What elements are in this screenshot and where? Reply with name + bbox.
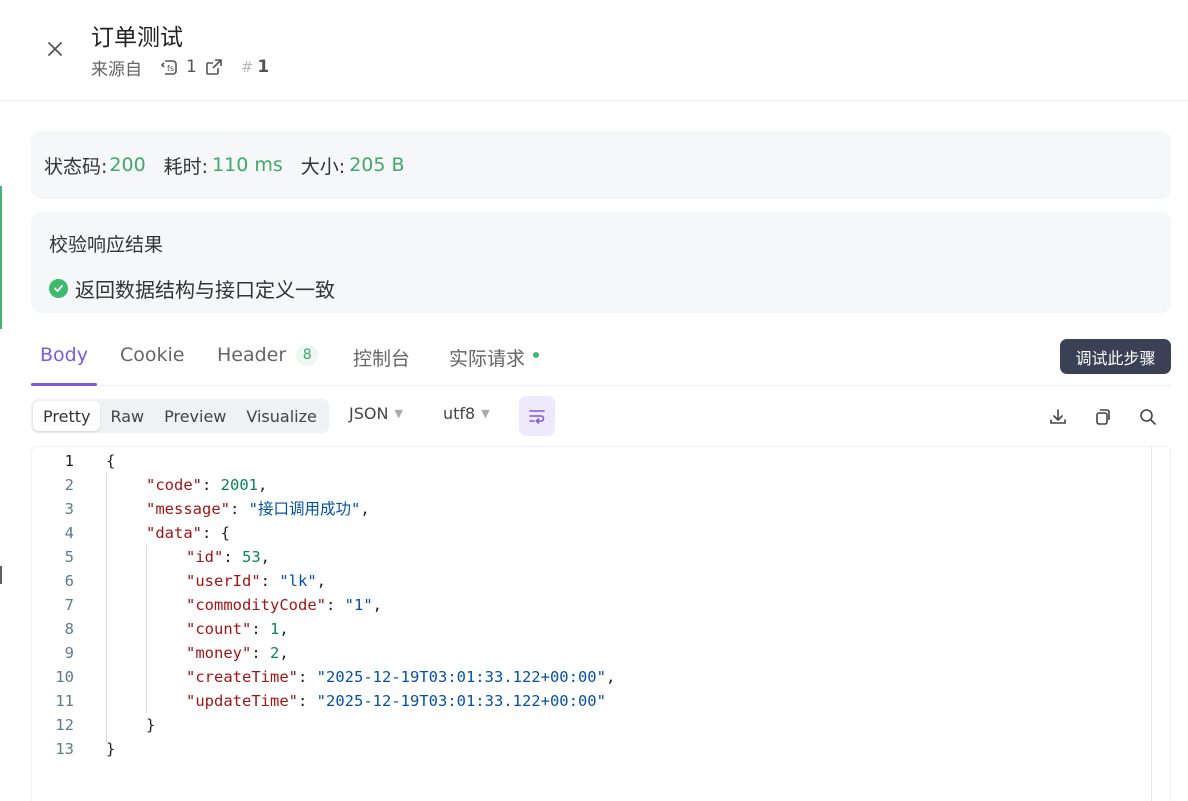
time-value: 110 ms [212,154,283,176]
search-button[interactable] [1136,405,1160,429]
search-icon [1140,409,1156,425]
response-toolbar: Pretty Raw Preview Visualize JSON ▼ utf8 ▼ [31,396,1171,438]
reference-icon: fs [160,57,180,77]
download-icon [1050,409,1066,424]
tab-cookie-label: Cookie [120,344,185,366]
view-raw[interactable]: Raw [100,401,154,431]
status-label: 状态码: [44,155,108,178]
source-label: 来源自 [91,59,142,80]
tab-body[interactable]: Body [31,344,97,386]
check-circle-icon [49,279,68,298]
indent-guide [106,473,107,743]
tab-header[interactable]: Header 8 [217,344,319,386]
format-value: JSON [349,404,389,423]
tab-console[interactable]: 控制台 [353,344,410,386]
chevron-down-icon: ▼ [394,407,403,420]
vertical-scrollbar[interactable] [1151,447,1152,801]
chevron-down-icon: ▼ [481,407,490,420]
size-label: 大小: [300,155,346,178]
source-line: 来源自 fs 1 # 1 [91,55,270,80]
hash-icon: # [240,58,254,76]
view-visualize[interactable]: Visualize [236,401,326,431]
validation-result: 返回数据结构与接口定义一致 [49,274,335,303]
format-select[interactable]: JSON ▼ [349,404,403,423]
left-rail-marker [0,566,2,584]
word-wrap-button[interactable] [519,396,555,436]
external-link-icon[interactable] [205,58,223,76]
left-rail-indicator [0,186,2,329]
indent-guide [146,545,147,713]
debug-step-tooltip: 调试此步骤 [1060,339,1171,374]
header: 订单测试 来源自 fs 1 # 1 [0,0,1188,101]
view-pretty[interactable]: Pretty [33,401,101,431]
response-stats: 状态码: 200 耗时: 110 ms 大小: 205 B [31,131,1171,199]
tab-body-label: Body [40,344,88,366]
json-code-viewer[interactable]: 1{ 2 "code": 2001, 3 "message": "接口调用成功", … [31,446,1171,801]
encoding-select[interactable]: utf8 ▼ [443,404,490,423]
tab-console-label: 控制台 [353,348,411,370]
validation-result-text: 返回数据结构与接口定义一致 [75,278,335,302]
encoding-value: utf8 [443,404,476,423]
wrap-icon [529,410,545,424]
validation-card: 校验响应结果 返回数据结构与接口定义一致 [31,212,1171,313]
svg-text:fs: fs [167,64,174,73]
copy-button[interactable] [1091,405,1115,429]
status-value: 200 [109,154,146,176]
reference-count: 1 [186,57,197,77]
tab-actual-request-label: 实际请求 [449,348,526,370]
page-title: 订单测试 [91,25,183,51]
hash-number: 1 [257,57,270,77]
tab-cookie[interactable]: Cookie [120,344,185,386]
time-label: 耗时: [163,155,209,178]
view-mode-segmented: Pretty Raw Preview Visualize [31,399,329,433]
copy-icon [1096,409,1110,425]
tab-header-label: Header [217,344,287,366]
download-button[interactable] [1046,405,1070,429]
header-count-badge: 8 [296,344,319,366]
size-value: 205 B [349,154,405,176]
close-button[interactable] [40,34,70,64]
view-preview[interactable]: Preview [154,401,236,431]
close-icon [48,42,62,56]
status-dot [533,352,540,358]
response-tabs: Body Cookie Header 8 控制台 实际请求 [31,330,1171,386]
validation-title: 校验响应结果 [49,234,164,256]
tab-actual-request[interactable]: 实际请求 [449,344,540,386]
